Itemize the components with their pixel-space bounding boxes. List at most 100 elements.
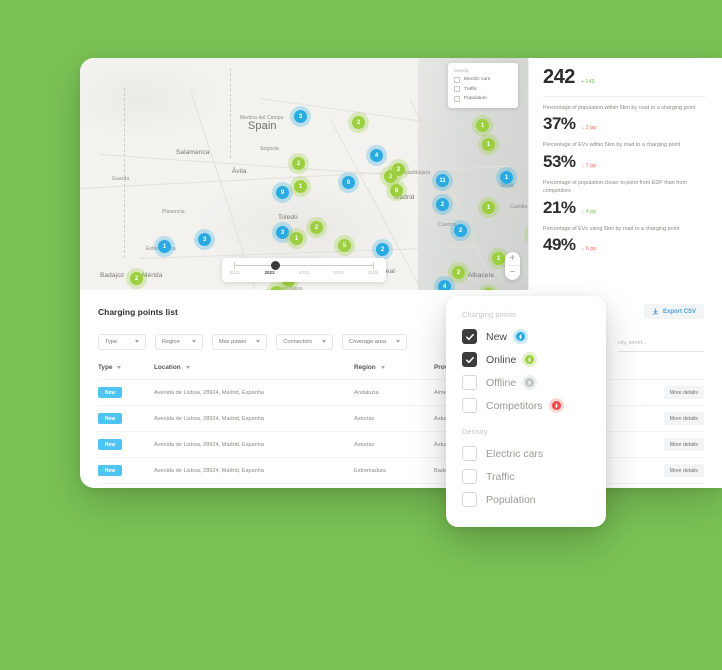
zoom-in-button[interactable]: +	[505, 252, 520, 266]
table-column-header[interactable]: Region	[354, 364, 434, 380]
checkbox-icon[interactable]	[454, 86, 460, 92]
map-marker[interactable]: 8	[390, 184, 403, 197]
popup-option-electric-cars[interactable]: Electric cars	[446, 442, 606, 465]
map-marker[interactable]: 2	[452, 266, 465, 279]
map-marker[interactable]: 2	[376, 243, 389, 256]
popup-option-label: New	[486, 330, 508, 343]
map-zoom-controls[interactable]: + −	[505, 252, 520, 280]
checkbox-unchecked-icon[interactable]	[462, 492, 477, 507]
checkbox-checked-icon[interactable]	[462, 352, 477, 367]
map-marker[interactable]: 4	[438, 280, 451, 290]
layers-filter-popup[interactable]: Charging points New Online Offline Competito…	[446, 296, 606, 527]
more-details-button[interactable]: More details	[663, 438, 704, 451]
table-column-header[interactable]: Type	[98, 364, 154, 380]
zoom-out-button[interactable]: −	[505, 266, 520, 280]
map-marker[interactable]: 1	[482, 138, 495, 151]
map-marker[interactable]: 1	[294, 180, 307, 193]
map-marker[interactable]: 3	[276, 226, 289, 239]
timeline-year[interactable]: 2021	[230, 270, 240, 275]
map-marker[interactable]: 2	[436, 198, 449, 211]
map-legend-item[interactable]: Electric cars	[454, 76, 512, 83]
checkbox-unchecked-icon[interactable]	[462, 446, 477, 461]
filter-dropdown-type[interactable]: Type	[98, 333, 146, 350]
search-input[interactable]: city, street...	[618, 331, 704, 352]
sort-caret-icon[interactable]	[185, 366, 190, 369]
map-city-label: Guadalajara	[402, 170, 431, 176]
timeline-year[interactable]: 2022	[264, 270, 274, 275]
table-row[interactable]: NewAvenida de Lisboa, 28924, Madrid, Esp…	[98, 431, 704, 458]
map-marker[interactable]: 1	[476, 119, 489, 132]
sort-caret-icon[interactable]	[380, 366, 385, 369]
checkbox-unchecked-icon[interactable]	[462, 398, 477, 413]
map-marker[interactable]: 4	[370, 149, 383, 162]
map-marker[interactable]: 5	[338, 239, 351, 252]
map-panel[interactable]: Salamanca Ávila Segovia Madrid Guadalajara To…	[80, 58, 528, 290]
popup-option-competitors[interactable]: Competitors	[446, 394, 606, 417]
list-header: Charging points list Export CSV	[98, 304, 704, 319]
filter-dropdown-region[interactable]: Region	[155, 333, 203, 350]
map-marker[interactable]: 1	[158, 240, 171, 253]
timeline-year[interactable]: 2025	[368, 270, 378, 275]
map-marker[interactable]: 2	[310, 221, 323, 234]
stat-delta: ↑ 4 pp	[581, 208, 597, 215]
popup-option-new[interactable]: New	[446, 325, 606, 348]
map-legend-item[interactable]: Traffic	[454, 86, 512, 92]
stat-value: 21%	[543, 197, 576, 217]
map-marker[interactable]: 1	[492, 252, 505, 265]
table-row[interactable]: NewAvenida de Lisboa, 28924, Madrid, Esp…	[98, 405, 704, 432]
filter-dropdown-connectors[interactable]: Connectors	[276, 333, 333, 350]
timeline-year[interactable]: 2023	[299, 270, 309, 275]
table-row[interactable]: NewAvenida de Lisboa, 28924, Madrid, Esp…	[98, 379, 704, 406]
checkbox-unchecked-icon[interactable]	[462, 375, 477, 390]
map-marker[interactable]: 2	[392, 163, 405, 176]
popup-option-population[interactable]: Population	[446, 488, 606, 511]
map-marker[interactable]: 1	[500, 171, 513, 184]
filter-bar[interactable]: Type Region Max power Connectors Coverage ar…	[98, 331, 704, 352]
checkbox-unchecked-icon[interactable]	[462, 469, 477, 484]
sort-caret-icon[interactable]	[117, 366, 122, 369]
table-row[interactable]: NewAvenida de Lisboa, 28924, Madrid, Esp…	[98, 457, 704, 484]
map-marker[interactable]: 2	[292, 157, 305, 170]
popup-option-label: Competitors	[486, 399, 543, 412]
map-border	[124, 88, 125, 258]
popup-option-traffic[interactable]: Traffic	[446, 465, 606, 488]
timeline-slider[interactable]: 2021 2022 2023 2024 2025	[222, 258, 386, 282]
status-badge: New	[98, 465, 123, 476]
more-details-button[interactable]: More details	[663, 412, 704, 425]
timeline-year-labels[interactable]: 2021 2022 2023 2024 2025	[230, 270, 378, 275]
more-details-button[interactable]: More details	[663, 386, 704, 399]
table-column-header[interactable]: Location	[154, 364, 354, 380]
map-marker[interactable]: 9	[276, 186, 289, 199]
chevron-down-icon	[395, 340, 400, 343]
map-marker[interactable]: 2	[130, 272, 143, 285]
timeline-cap-start	[234, 262, 235, 269]
table-row[interactable]: NewAvenida de Lisboa, 28924, Madrid, Esp…	[98, 483, 704, 488]
checkbox-icon[interactable]	[454, 76, 460, 83]
more-details-button[interactable]: More details	[663, 464, 704, 477]
filter-dropdown-max-power[interactable]: Max power	[212, 333, 268, 350]
map-marker[interactable]: 1	[290, 232, 303, 245]
cell-location: Avenida de Lisboa, 28924, Madrid, Espanh…	[154, 379, 354, 406]
map-legend-item[interactable]: Population	[454, 95, 512, 102]
map-marker[interactable]: 6	[342, 176, 355, 189]
map-marker[interactable]: 2	[352, 116, 365, 129]
map-marker[interactable]: 1	[482, 201, 495, 214]
map-marker[interactable]: 3	[294, 110, 307, 123]
checkbox-icon[interactable]	[454, 95, 460, 102]
timeline-track[interactable]	[230, 261, 378, 270]
map-city-label: Plasencia	[162, 209, 185, 215]
map-marker[interactable]: 11	[436, 174, 449, 187]
popup-option-online[interactable]: Online	[446, 348, 606, 371]
map-city-label: Cuenca	[438, 222, 456, 228]
popup-option-offline[interactable]: Offline	[446, 371, 606, 394]
map-marker[interactable]: 2	[454, 224, 467, 237]
export-csv-button[interactable]: Export CSV	[643, 304, 704, 319]
timeline-handle[interactable]	[271, 261, 281, 270]
checkbox-checked-icon[interactable]	[462, 329, 477, 344]
map-city-label: Toledo	[278, 214, 298, 221]
timeline-year[interactable]: 2024	[333, 270, 343, 275]
map-marker[interactable]: 3	[198, 233, 211, 246]
filter-dropdown-coverage-area[interactable]: Coverage area	[341, 333, 407, 350]
map-density-legend[interactable]: Density Electric cars Traffic Population	[448, 63, 518, 108]
cell-type: New	[98, 405, 154, 432]
